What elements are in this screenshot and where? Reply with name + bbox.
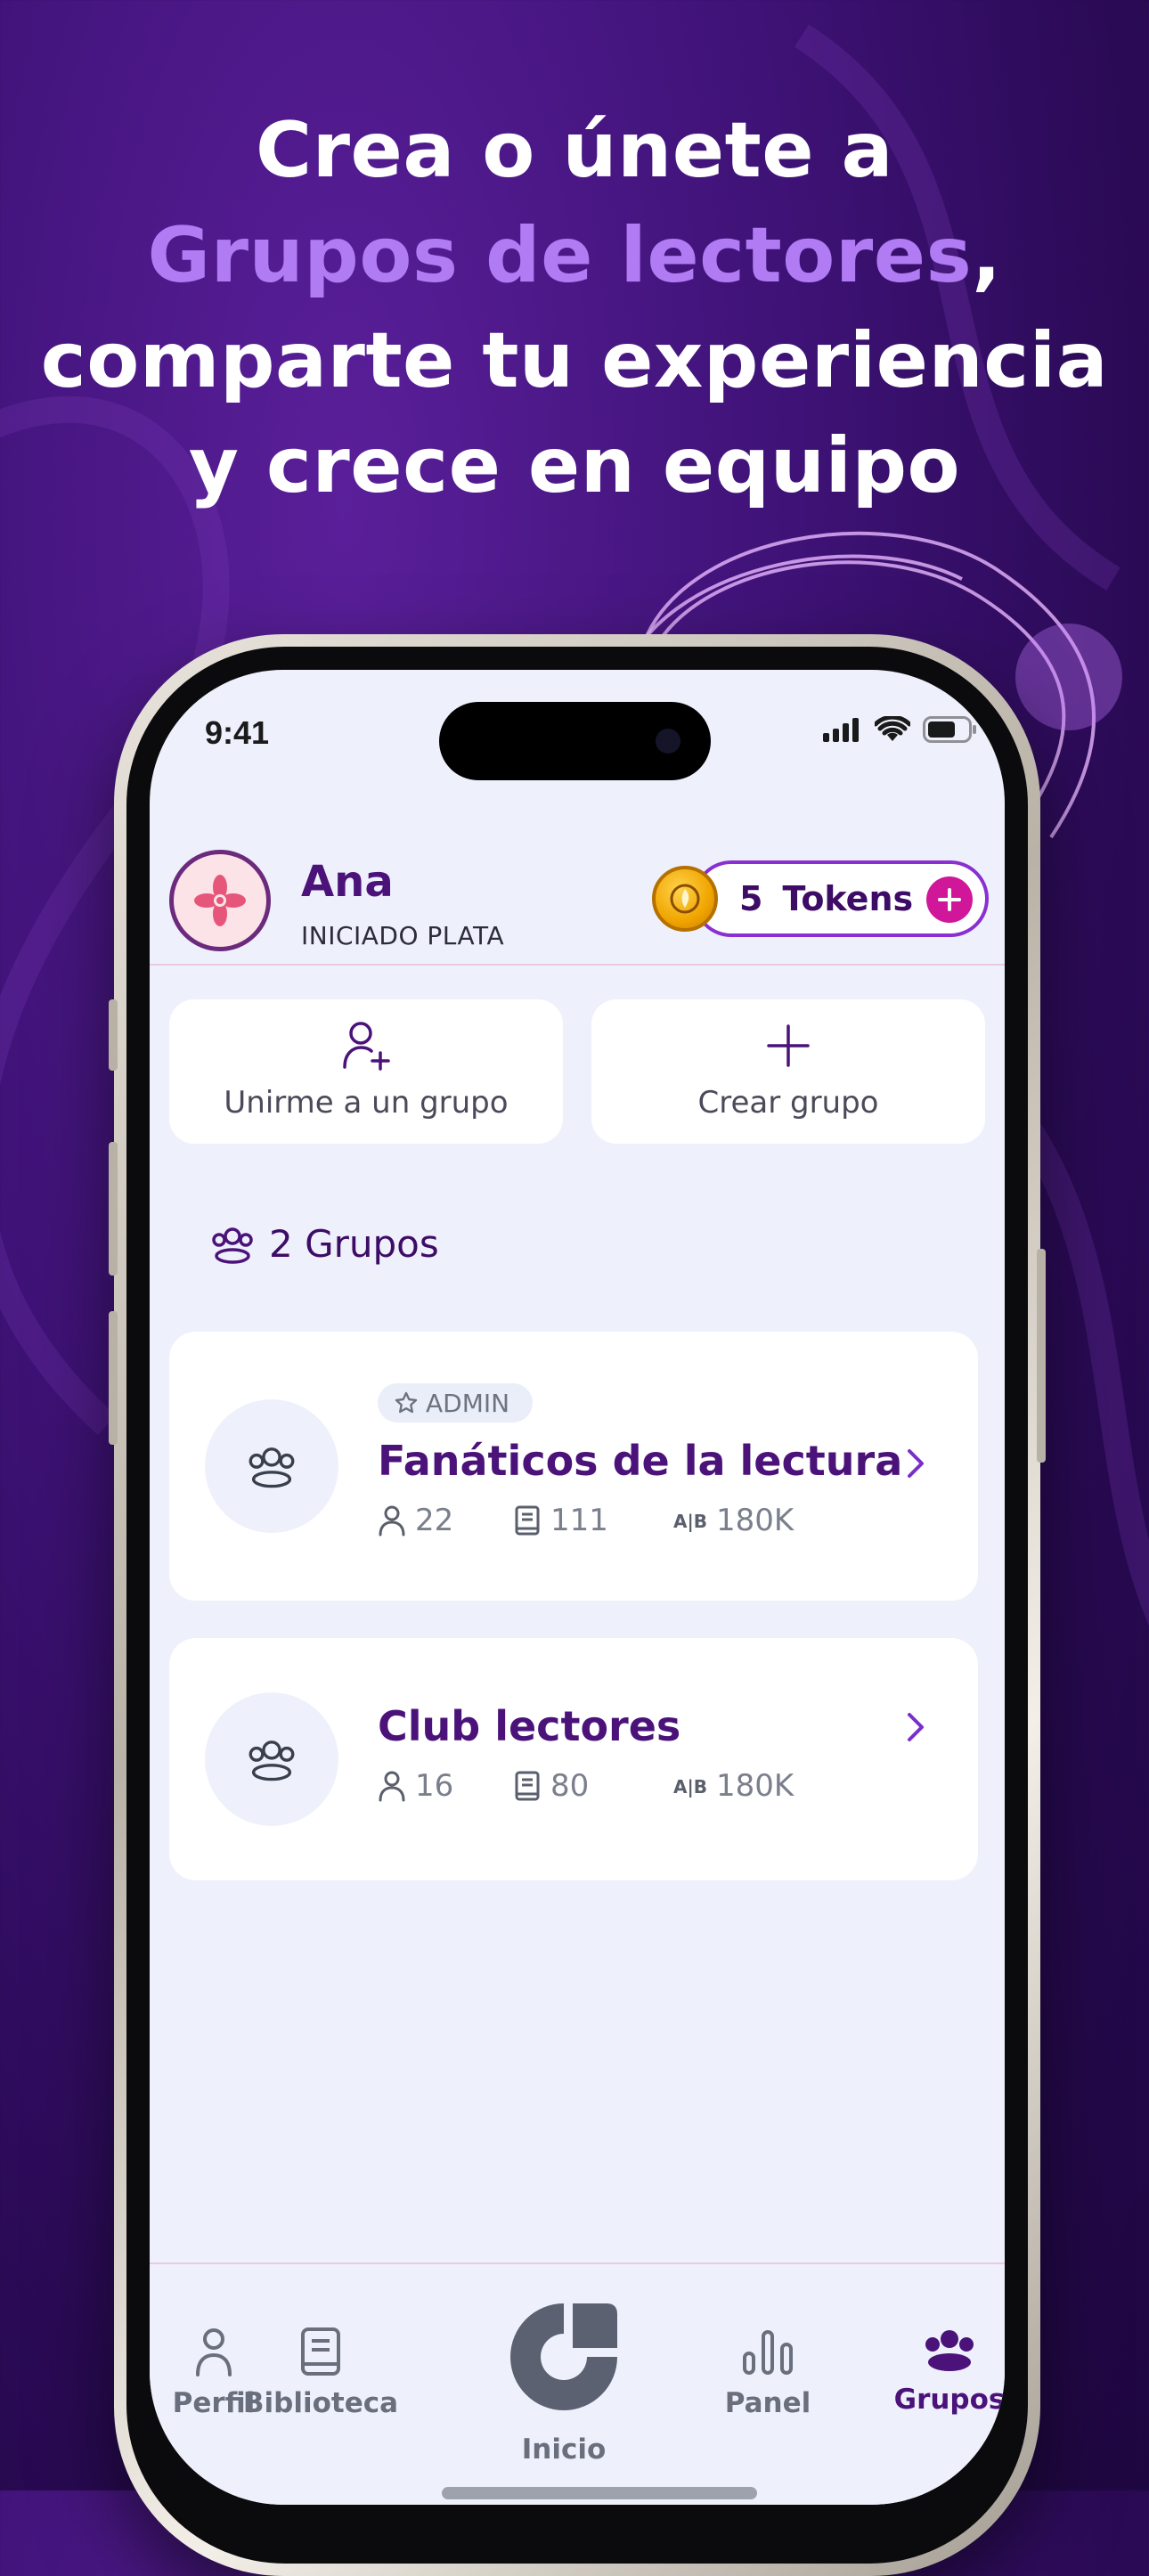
home-logo-icon[interactable]	[503, 2296, 624, 2417]
coin-icon	[652, 866, 718, 932]
books-count: 111	[550, 1503, 608, 1538]
nav-item-panel[interactable]: Panel	[688, 2327, 848, 2419]
dynamic-island	[439, 702, 711, 780]
group-icon	[925, 2330, 974, 2371]
chevron-right-icon[interactable]	[905, 1709, 926, 1745]
group-avatar	[205, 1399, 338, 1533]
headline-line-4: y crece en equipo	[188, 421, 961, 510]
members-count: 16	[415, 1768, 454, 1804]
volume-down-button	[109, 1311, 118, 1445]
text-ab-icon: A|B	[673, 1511, 707, 1532]
text-ab-icon: A|B	[673, 1776, 707, 1797]
avatar[interactable]	[169, 850, 271, 951]
words-stat: A|B 180K	[673, 1503, 794, 1538]
profile-header: Ana INICIADO PLATA 5 Tokens	[150, 830, 1005, 966]
words-count: 180K	[716, 1503, 795, 1538]
status-time: 9:41	[205, 714, 270, 751]
tokens-count: 5	[739, 879, 763, 918]
group-icon	[249, 1447, 295, 1488]
lotus-icon	[194, 875, 246, 926]
add-tokens-button[interactable]	[926, 876, 973, 923]
bottom-nav: Perfil Biblioteca Inicio Panel Grupos	[150, 2262, 1005, 2505]
group-card[interactable]: Club lectores 16 80 A|B 180K	[169, 1638, 978, 1880]
svg-text:A|B: A|B	[673, 1776, 707, 1797]
headline-line-1: Crea o únete a	[255, 106, 894, 195]
status-icons	[823, 716, 978, 743]
svg-text:A|B: A|B	[673, 1511, 707, 1532]
star-icon	[395, 1391, 418, 1414]
members-stat: 16	[378, 1768, 513, 1804]
create-group-label: Crear grupo	[697, 1085, 879, 1121]
headline-comma: ,	[972, 211, 1002, 300]
group-title: Club lectores	[378, 1702, 681, 1750]
book-icon	[301, 2327, 340, 2376]
headline-accent: Grupos de lectores	[147, 211, 973, 300]
join-group-button[interactable]: Unirme a un grupo	[169, 999, 563, 1144]
headline-line-3: comparte tu experiencia	[40, 316, 1109, 405]
book-icon	[515, 1505, 540, 1536]
user-icon	[379, 1771, 405, 1802]
home-indicator	[442, 2487, 757, 2499]
books-stat: 80	[513, 1768, 673, 1804]
create-group-button[interactable]: Crear grupo	[591, 999, 985, 1144]
groups-count-label: 2 Grupos	[269, 1222, 439, 1266]
marketing-headline: Crea o únete a Grupos de lectores, compa…	[0, 98, 1149, 518]
user-icon	[379, 1505, 405, 1537]
flame-icon	[670, 884, 700, 914]
words-stat: A|B 180K	[673, 1768, 794, 1804]
words-count: 180K	[716, 1768, 795, 1804]
nav-label-panel: Panel	[724, 2387, 811, 2419]
plus-icon	[767, 1024, 810, 1067]
chevron-right-icon[interactable]	[905, 1446, 926, 1481]
group-stats: 22 111 A|B 180K	[378, 1503, 794, 1538]
groups-count: 2 Grupos	[207, 1222, 439, 1266]
join-group-label: Unirme a un grupo	[224, 1085, 509, 1121]
members-count: 22	[415, 1503, 454, 1538]
user-rank: INICIADO PLATA	[301, 921, 505, 950]
volume-up-button	[109, 1142, 118, 1276]
tokens-label: Tokens	[782, 879, 914, 918]
app-screen: 9:41 Ana INICIADO PLATA 5 Tokens Unirme …	[150, 670, 1005, 2505]
tokens-pill[interactable]: 5 Tokens	[693, 860, 989, 937]
add-user-icon	[343, 1022, 390, 1071]
book-icon	[515, 1771, 540, 1801]
nav-label-groups: Grupos	[893, 2384, 1005, 2416]
group-card[interactable]: ADMIN Fanáticos de la lectura 22 111 A|B…	[169, 1332, 978, 1601]
group-icon	[212, 1227, 253, 1264]
nav-label-library: Biblioteca	[242, 2387, 399, 2419]
user-name: Ana	[301, 857, 394, 907]
wifi-icon	[875, 716, 910, 741]
nav-item-library[interactable]: Biblioteca	[240, 2327, 401, 2419]
plus-icon	[938, 888, 961, 911]
group-icon	[249, 1740, 295, 1781]
mute-switch	[109, 999, 118, 1071]
nav-item-groups[interactable]: Grupos	[869, 2327, 1005, 2416]
power-button	[1037, 1249, 1046, 1463]
user-icon	[196, 2328, 232, 2376]
admin-badge: ADMIN	[378, 1383, 534, 1423]
bar-chart-icon	[743, 2330, 793, 2375]
group-title: Fanáticos de la lectura	[378, 1437, 903, 1485]
admin-badge-label: ADMIN	[426, 1388, 510, 1418]
signal-icon	[823, 718, 859, 742]
headline-line-2: Grupos de lectores,	[0, 203, 1149, 308]
books-count: 80	[550, 1768, 590, 1804]
group-avatar	[205, 1692, 338, 1826]
group-stats: 16 80 A|B 180K	[378, 1768, 794, 1804]
members-stat: 22	[378, 1503, 513, 1538]
phone-frame: 9:41 Ana INICIADO PLATA 5 Tokens Unirme …	[109, 634, 1046, 2576]
books-stat: 111	[513, 1503, 673, 1538]
battery-icon	[923, 716, 976, 743]
camera-icon	[656, 729, 680, 754]
nav-label-home: Inicio	[521, 2433, 607, 2466]
